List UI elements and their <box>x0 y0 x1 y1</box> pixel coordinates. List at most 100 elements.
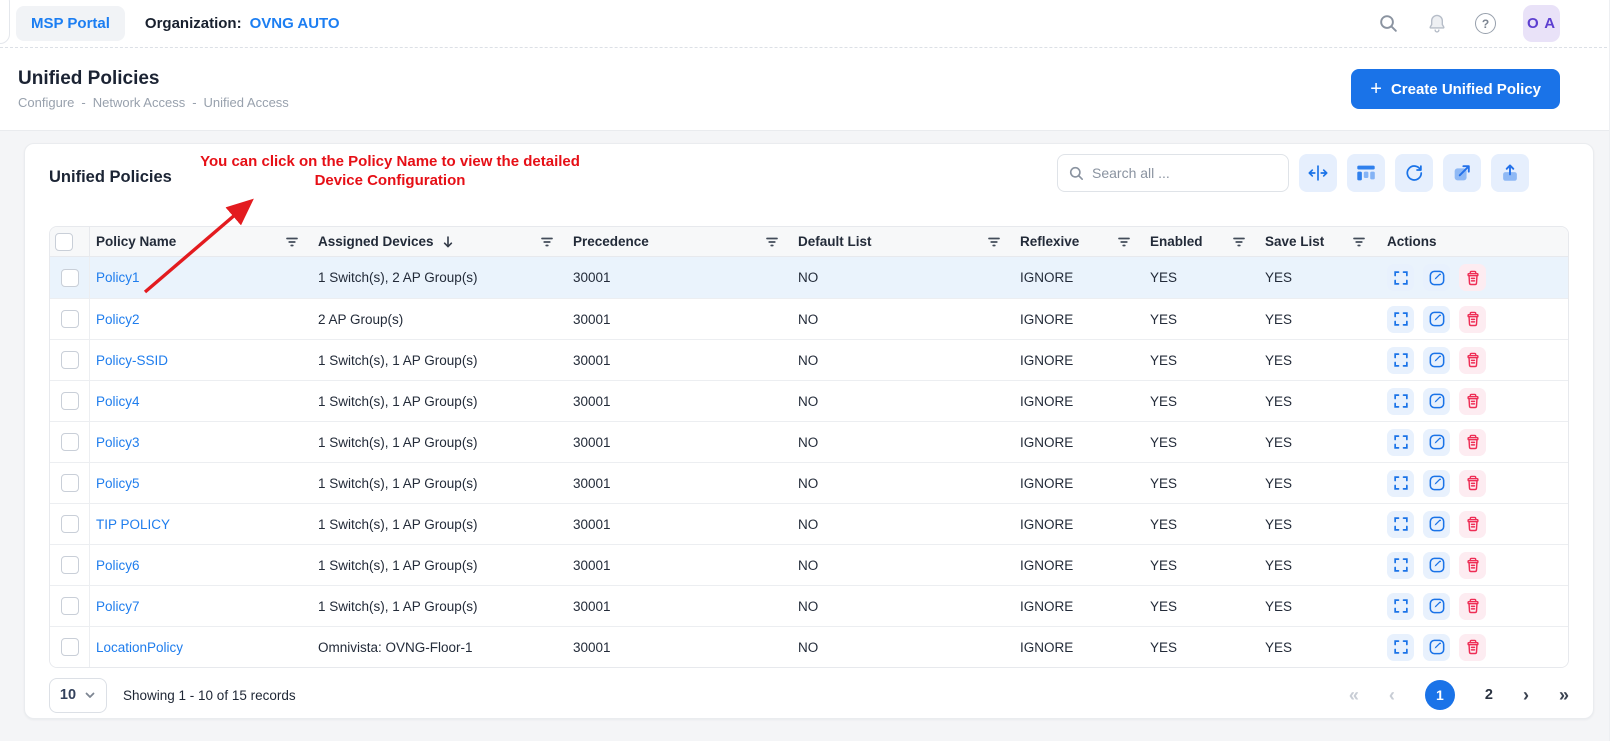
row-checkbox[interactable] <box>61 556 79 574</box>
delete-policy-button[interactable] <box>1459 306 1486 333</box>
export-button[interactable] <box>1443 154 1481 192</box>
first-page-button[interactable]: « <box>1349 686 1359 704</box>
row-checkbox[interactable] <box>61 433 79 451</box>
actions-cell <box>1379 347 1568 374</box>
upload-button[interactable] <box>1491 154 1529 192</box>
delete-policy-button[interactable] <box>1459 511 1486 538</box>
filter-icon[interactable] <box>986 234 1002 250</box>
policy-name-link[interactable]: Policy-SSID <box>96 353 168 368</box>
view-details-button[interactable] <box>1387 306 1414 333</box>
filter-icon[interactable] <box>284 234 300 250</box>
edit-icon <box>1428 310 1446 328</box>
export-icon <box>1451 162 1473 184</box>
help-icon[interactable]: ? <box>1475 13 1496 34</box>
scrollbar-track[interactable] <box>1609 0 1622 741</box>
edit-policy-button[interactable] <box>1423 470 1450 497</box>
refresh-button[interactable] <box>1395 154 1433 192</box>
assigned-devices-cell: 1 Switch(s), 1 AP Group(s) <box>312 517 567 532</box>
policy-name-link[interactable]: Policy2 <box>96 312 140 327</box>
policy-name-link[interactable]: Policy7 <box>96 599 140 614</box>
search-input[interactable] <box>1092 165 1278 181</box>
filter-icon[interactable] <box>539 234 555 250</box>
row-checkbox[interactable] <box>61 515 79 533</box>
row-checkbox[interactable] <box>61 597 79 615</box>
view-details-button[interactable] <box>1387 552 1414 579</box>
row-checkbox[interactable] <box>61 638 79 656</box>
view-details-button[interactable] <box>1387 264 1414 291</box>
expand-icon <box>1392 351 1410 369</box>
edit-policy-button[interactable] <box>1423 306 1450 333</box>
view-details-button[interactable] <box>1387 634 1414 661</box>
row-checkbox[interactable] <box>61 310 79 328</box>
reflexive-cell: IGNORE <box>1014 270 1144 285</box>
search-box[interactable] <box>1057 154 1289 192</box>
save-list-cell: YES <box>1259 476 1379 491</box>
view-details-button[interactable] <box>1387 347 1414 374</box>
filter-icon[interactable] <box>1351 234 1367 250</box>
policy-name-link[interactable]: Policy3 <box>96 435 140 450</box>
view-details-button[interactable] <box>1387 470 1414 497</box>
breadcrumb-separator: - <box>81 95 85 110</box>
notifications-bell-icon[interactable] <box>1426 13 1448 35</box>
edit-policy-button[interactable] <box>1423 429 1450 456</box>
policy-name-link[interactable]: Policy5 <box>96 476 140 491</box>
delete-policy-button[interactable] <box>1459 429 1486 456</box>
row-checkbox[interactable] <box>61 269 79 287</box>
default-list-cell: NO <box>792 353 1014 368</box>
actions-cell <box>1379 593 1568 620</box>
actions-cell <box>1379 306 1568 333</box>
delete-policy-button[interactable] <box>1459 264 1486 291</box>
row-checkbox[interactable] <box>61 351 79 369</box>
columns-settings-button[interactable] <box>1347 154 1385 192</box>
edit-policy-button[interactable] <box>1423 634 1450 661</box>
expand-columns-button[interactable] <box>1299 154 1337 192</box>
policy-name-link[interactable]: Policy4 <box>96 394 140 409</box>
create-unified-policy-button[interactable]: + Create Unified Policy <box>1351 69 1560 109</box>
page-2-button[interactable]: 2 <box>1485 687 1493 703</box>
delete-policy-button[interactable] <box>1459 388 1486 415</box>
edit-policy-button[interactable] <box>1423 593 1450 620</box>
edit-policy-button[interactable] <box>1423 264 1450 291</box>
previous-page-button[interactable]: ‹ <box>1389 686 1395 704</box>
delete-policy-button[interactable] <box>1459 470 1486 497</box>
row-checkbox[interactable] <box>61 392 79 410</box>
view-details-button[interactable] <box>1387 593 1414 620</box>
filter-icon[interactable] <box>1116 234 1132 250</box>
delete-policy-button[interactable] <box>1459 552 1486 579</box>
filter-icon[interactable] <box>764 234 780 250</box>
policy-name-link[interactable]: Policy6 <box>96 558 140 573</box>
msp-portal-button[interactable]: MSP Portal <box>16 6 125 41</box>
view-details-button[interactable] <box>1387 429 1414 456</box>
precedence-cell: 30001 <box>567 312 792 327</box>
next-page-button[interactable]: › <box>1523 686 1529 704</box>
reflexive-cell: IGNORE <box>1014 312 1144 327</box>
search-icon[interactable] <box>1377 13 1399 35</box>
edit-policy-button[interactable] <box>1423 552 1450 579</box>
page-1-button[interactable]: 1 <box>1425 680 1455 710</box>
edit-policy-button[interactable] <box>1423 511 1450 538</box>
expand-icon <box>1392 392 1410 410</box>
precedence-cell: 30001 <box>567 435 792 450</box>
user-avatar[interactable]: O A <box>1523 5 1560 42</box>
organization-value-link[interactable]: OVNG AUTO <box>250 15 340 32</box>
reflexive-cell: IGNORE <box>1014 517 1144 532</box>
delete-icon <box>1464 474 1482 492</box>
edit-policy-button[interactable] <box>1423 388 1450 415</box>
last-page-button[interactable]: » <box>1559 686 1569 704</box>
view-details-button[interactable] <box>1387 511 1414 538</box>
delete-policy-button[interactable] <box>1459 347 1486 374</box>
policy-name-link[interactable]: TIP POLICY <box>96 517 170 532</box>
sort-down-icon[interactable] <box>441 235 455 249</box>
policy-name-link[interactable]: Policy1 <box>96 270 140 285</box>
delete-policy-button[interactable] <box>1459 593 1486 620</box>
expand-columns-icon <box>1307 162 1329 184</box>
page-size-select[interactable]: 10 <box>49 678 107 713</box>
table-row: Policy7 1 Switch(s), 1 AP Group(s) 30001… <box>50 585 1568 626</box>
view-details-button[interactable] <box>1387 388 1414 415</box>
delete-policy-button[interactable] <box>1459 634 1486 661</box>
row-checkbox[interactable] <box>61 474 79 492</box>
filter-icon[interactable] <box>1231 234 1247 250</box>
select-all-checkbox[interactable] <box>55 233 73 251</box>
policy-name-link[interactable]: LocationPolicy <box>96 640 183 655</box>
edit-policy-button[interactable] <box>1423 347 1450 374</box>
